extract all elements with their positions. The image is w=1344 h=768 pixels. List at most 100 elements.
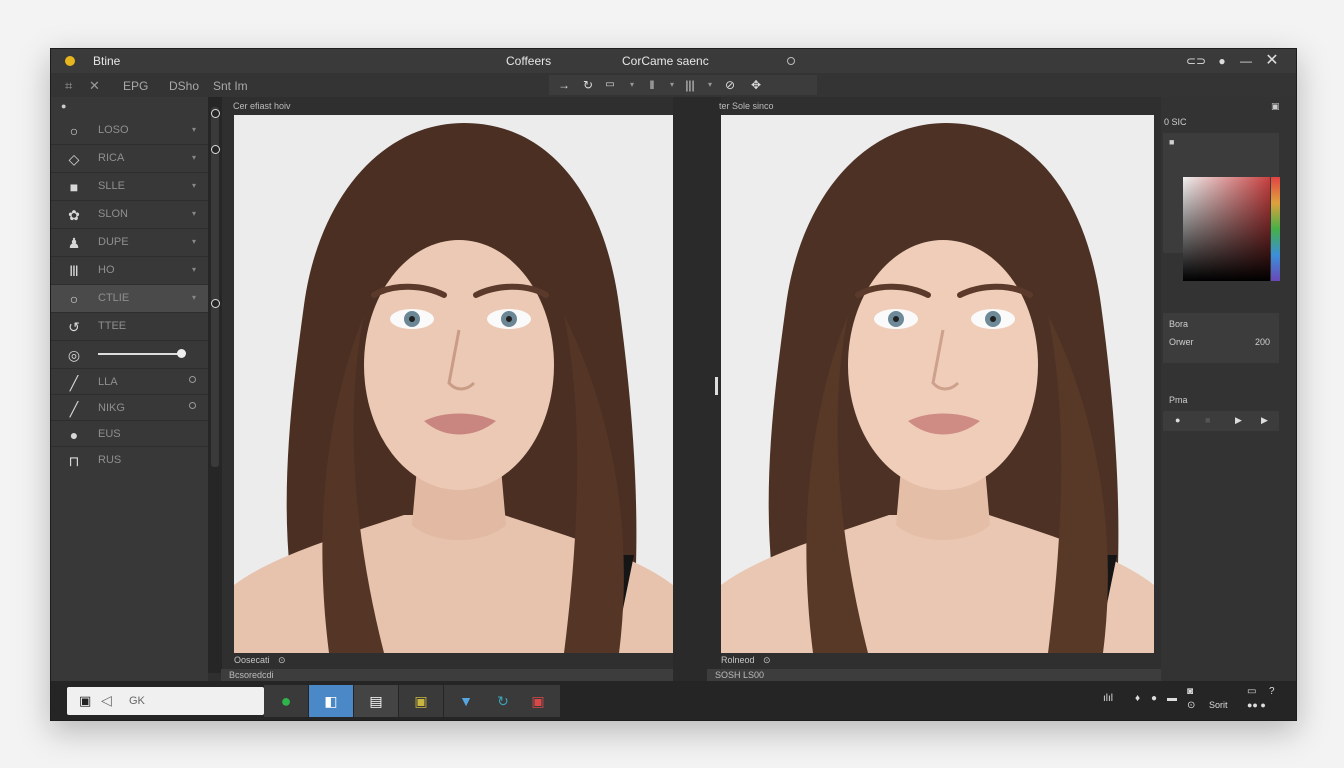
color-picker-field[interactable] xyxy=(1183,177,1270,281)
chevron-down-icon[interactable]: ▾ xyxy=(192,181,196,190)
right-status-label: SOSH LS00 xyxy=(715,670,765,680)
right-foot-label: Rolneod xyxy=(721,655,755,665)
tray-dots-icon[interactable]: ●● ● xyxy=(1247,700,1266,710)
dropdown-2-icon[interactable]: ▾ xyxy=(663,77,681,93)
dot-icon: ● xyxy=(69,427,79,443)
tool-panel: ● ○ LOSO ▾ ◇ RICA ▾ ■ SLLE ▾ ✿ SLON ▾ ♟ … xyxy=(51,97,208,681)
chevron-down-icon[interactable]: ▾ xyxy=(192,209,196,218)
arrow-right-icon[interactable]: → xyxy=(555,77,573,93)
chevron-down-icon[interactable]: ▾ xyxy=(192,237,196,246)
section-title: Bora xyxy=(1169,319,1189,329)
window-title-right: CorCame saenc xyxy=(622,54,709,68)
slider-handle[interactable] xyxy=(177,349,186,358)
circle-icon: ○ xyxy=(69,123,79,139)
close-x-icon[interactable]: ✕ xyxy=(89,78,100,94)
tool-item-rus[interactable]: ⊓ RUS xyxy=(51,447,208,472)
taskbar-app-image[interactable]: ▣ xyxy=(399,685,443,717)
tool-item-dupe[interactable]: ♟ DUPE ▾ xyxy=(51,229,208,257)
chevron-down-icon[interactable]: ▾ xyxy=(192,125,196,134)
refresh-icon: ↻ xyxy=(497,693,509,709)
dropdown-1-icon[interactable]: ▾ xyxy=(623,77,641,93)
taskbar-app-red[interactable]: ▣ xyxy=(516,685,560,717)
tool-item-slon[interactable]: ✿ SLON ▾ xyxy=(51,201,208,229)
tool-item-slider[interactable]: ◎ xyxy=(51,341,208,369)
tool-label: NIKG xyxy=(98,402,125,414)
app-name: Btine xyxy=(93,54,121,68)
minimize-button[interactable]: — xyxy=(1237,53,1255,69)
tool-label: HO xyxy=(98,264,115,276)
pan-icon[interactable]: ✥ xyxy=(747,77,765,93)
play-next-icon[interactable]: ▶ xyxy=(1261,415,1268,426)
close-button[interactable]: ✕ xyxy=(1263,53,1281,69)
pin-icon[interactable]: ● xyxy=(1175,415,1180,425)
left-image-canvas[interactable] xyxy=(234,115,673,653)
tool-item-lla[interactable]: ╱ LLA xyxy=(51,369,208,395)
color-swatch-icon[interactable]: ■ xyxy=(1169,137,1174,147)
chevron-down-icon[interactable]: ▾ xyxy=(192,293,196,302)
tool-item-ctlie[interactable]: ○ CTLIE ▾ xyxy=(51,285,208,313)
tool-label: RUS xyxy=(98,454,122,466)
tool-label: SLLE xyxy=(98,180,125,192)
audio-levels-icon[interactable]: ılıl xyxy=(1103,693,1113,704)
option-circle-icon[interactable] xyxy=(189,376,196,383)
app-window-icon: ◧ xyxy=(324,693,338,709)
taskbar-app-layout[interactable]: ▤ xyxy=(354,685,398,717)
window-icon[interactable]: ▣ xyxy=(79,693,91,709)
option-circle-icon[interactable] xyxy=(189,402,196,409)
rotate-icon[interactable]: ↻ xyxy=(579,77,597,93)
chevron-down-icon[interactable]: ▾ xyxy=(192,153,196,162)
window-title-left: Coffeers xyxy=(506,54,552,68)
split-handle[interactable] xyxy=(715,377,718,395)
back-icon[interactable]: ◁ xyxy=(101,692,112,709)
menu-item-snt-im[interactable]: Snt Im xyxy=(213,79,248,93)
panel-options-icon[interactable]: ▣ xyxy=(1271,101,1280,112)
color-panel-title: 0 SIC xyxy=(1164,117,1187,127)
panel-menu-icon[interactable]: ● xyxy=(61,101,66,111)
link-icon[interactable]: ⊘ xyxy=(721,77,739,93)
taskbar-app-blue[interactable]: ◧ xyxy=(309,685,353,717)
tool-item-slle[interactable]: ■ SLLE ▾ xyxy=(51,173,208,201)
properties-panel: ▣ 0 SIC ■ Bora Orwer 200 Pma ● ■ ▶ ▶ xyxy=(1161,97,1296,681)
expand-icon[interactable]: ? xyxy=(1269,686,1275,697)
stop-icon[interactable]: ■ xyxy=(1205,415,1210,425)
tool-item-ttee[interactable]: ↺ TTEE xyxy=(51,313,208,341)
tool-item-rica[interactable]: ◇ RICA ▾ xyxy=(51,145,208,173)
left-canvas-footer: Oosecati ⊙ xyxy=(234,655,286,669)
brush-size-slider[interactable] xyxy=(98,353,182,355)
camera-tray-icon[interactable]: ◙ xyxy=(1187,686,1193,697)
display-icon[interactable]: ▭ xyxy=(1247,686,1256,697)
info-icon[interactable]: ⊙ xyxy=(763,655,771,665)
chevron-down-icon[interactable]: ▾ xyxy=(192,265,196,274)
record-dot-icon[interactable]: ● xyxy=(1213,53,1231,69)
battery-icon[interactable]: ▬ xyxy=(1167,693,1177,704)
location-icon[interactable]: ● xyxy=(1151,693,1157,704)
shield-icon[interactable]: ♦ xyxy=(1135,693,1140,704)
hue-slider[interactable] xyxy=(1271,177,1280,281)
scroll-marker-icon[interactable] xyxy=(211,109,220,118)
menu-item-epg[interactable]: EPG xyxy=(123,79,148,93)
taskbar-app-green[interactable]: ● xyxy=(264,685,308,717)
play-icon[interactable]: ▶ xyxy=(1235,415,1242,426)
property-value[interactable]: 200 xyxy=(1255,337,1270,347)
right-image-canvas[interactable] xyxy=(721,115,1154,653)
tool-item-eus[interactable]: ● EUS xyxy=(51,421,208,447)
canvas-toolstrip: → ↻ ▭ ▾ ‖ ▾ ||| ▾ ⊘ ✥ xyxy=(549,75,817,95)
tool-item-loso[interactable]: ○ LOSO ▾ xyxy=(51,117,208,145)
info-icon[interactable]: ⊙ xyxy=(278,655,286,665)
camera-icon[interactable]: ▭ xyxy=(601,77,619,93)
clock-icon[interactable]: ⊙ xyxy=(1187,700,1195,711)
scroll-marker-icon[interactable] xyxy=(211,145,220,154)
tool-item-ho[interactable]: Ⅲ HO ▾ xyxy=(51,257,208,285)
split-view-icon[interactable]: ‖ xyxy=(643,77,661,93)
dropdown-3-icon[interactable]: ▾ xyxy=(701,77,719,93)
vertical-scrollbar[interactable] xyxy=(211,107,219,467)
toggle-icon[interactable]: ⊂⊃ xyxy=(1186,53,1206,69)
scroll-marker-icon[interactable] xyxy=(211,299,220,308)
playback-controls: ● ■ ▶ ▶ xyxy=(1163,411,1279,431)
tool-item-nikg[interactable]: ╱ NIKG xyxy=(51,395,208,421)
grid-icon[interactable]: ⌗ xyxy=(65,78,72,94)
menu-item-dsho[interactable]: DSho xyxy=(169,79,199,93)
app-logo-icon xyxy=(65,56,75,66)
taskbar-search[interactable]: ▣ ◁ GK xyxy=(67,687,264,715)
columns-view-icon[interactable]: ||| xyxy=(681,77,699,93)
